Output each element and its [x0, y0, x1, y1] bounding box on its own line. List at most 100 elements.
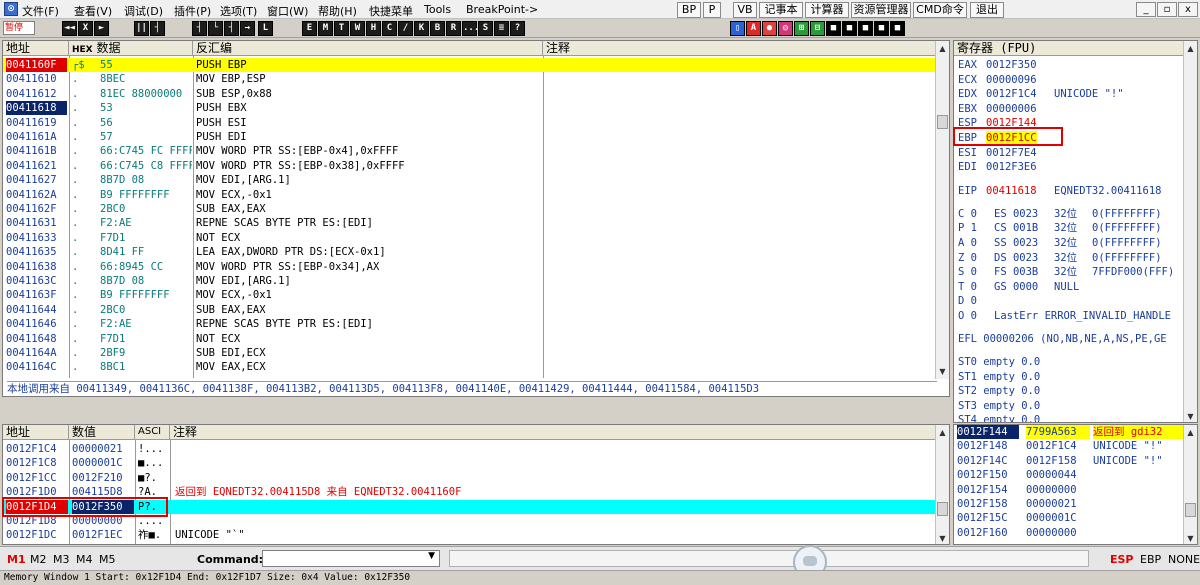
register-value[interactable]: 0012F7E4 [986, 146, 1037, 160]
col-header-comment[interactable]: 注释 [543, 41, 937, 56]
register-value[interactable]: 0012F3E6 [986, 160, 1037, 174]
dump-header-value[interactable]: 数值 [69, 425, 135, 440]
flag-name[interactable]: O 0 [958, 309, 977, 323]
dump-address[interactable]: 0012F1C4 [6, 442, 68, 456]
register-value[interactable]: 00000006 [986, 102, 1037, 116]
toolbar-button[interactable]: H [366, 21, 381, 36]
menu-breakpoint[interactable]: BreakPoint-> [466, 3, 538, 16]
row-address[interactable]: 0041162A [6, 188, 67, 202]
row-address[interactable]: 0041164A [6, 346, 67, 360]
registers-header[interactable]: 寄存器 (FPU) [954, 41, 1185, 56]
register-ebp[interactable]: EBP 0012F1CC [958, 131, 1197, 145]
scroll-down-icon[interactable]: ▼ [1184, 410, 1197, 422]
flag-d[interactable]: D 0 [958, 294, 1197, 308]
scroll-down-icon[interactable]: ▼ [1184, 532, 1197, 544]
col-header-hex[interactable]: HEX 数据 [69, 41, 193, 56]
mem-tab-m4[interactable]: M4 [76, 553, 93, 566]
stack-row[interactable]: 0012F15C 0000001C [954, 511, 1197, 525]
stack-address[interactable]: 0012F144 [957, 425, 1019, 439]
row-address[interactable]: 0041164C [6, 360, 67, 374]
flag-name[interactable]: S 0 [958, 265, 977, 279]
toolbar-color-button[interactable]: ● [762, 21, 777, 36]
stack-row[interactable]: 0012F160 00000000 [954, 526, 1197, 540]
row-address[interactable]: 00411638 [6, 260, 67, 274]
chevron-down-icon[interactable]: ▼ [428, 551, 435, 561]
app-icon[interactable]: ⊙ [4, 2, 18, 16]
row-address[interactable]: 00411646 [6, 317, 67, 331]
dump-row[interactable]: 0012F1D8 00000000.... [3, 514, 949, 528]
row-instruction[interactable]: PUSH EDI [196, 130, 541, 144]
register-esp[interactable]: ESP 0012F144 [958, 116, 1197, 130]
menu-plugins[interactable]: 插件(P) [174, 3, 211, 19]
cmd-button[interactable]: CMD命令 [913, 2, 967, 18]
stack-scrollbar[interactable]: ▲ ▼ [1183, 425, 1197, 544]
toolbar-button[interactable]: || [134, 21, 149, 36]
row-instruction[interactable]: NOT ECX [196, 231, 541, 245]
dump-address[interactable]: 0012F1CC [6, 471, 68, 485]
toolbar-button[interactable]: X [78, 21, 93, 36]
row-address[interactable]: 00411621 [6, 159, 67, 173]
toolbar-color-button[interactable]: ■ [858, 21, 873, 36]
row-instruction[interactable]: SUB EAX,EAX [196, 202, 541, 216]
disasm-row[interactable]: 00411633. F7D1 NOT ECX [3, 231, 949, 245]
registers-panel[interactable]: 寄存器 (FPU) EAX 0012F350 ECX 00000096 EDX 0012F… [953, 40, 1198, 423]
p-button[interactable]: P [703, 2, 721, 18]
bp-button[interactable]: BP [677, 2, 701, 18]
toolbar-color-button[interactable]: ■ [890, 21, 905, 36]
dump-address[interactable]: 0012F1D4 [6, 499, 68, 514]
register-value[interactable]: 00000096 [986, 73, 1037, 87]
stack-address[interactable]: 0012F160 [957, 526, 1019, 540]
row-address[interactable]: 0041162F [6, 202, 67, 216]
toolbar-button[interactable]: └ [208, 21, 223, 36]
row-address[interactable]: 00411619 [6, 116, 67, 130]
toolbar-button[interactable]: W [350, 21, 365, 36]
disasm-row[interactable]: 00411646. F2:AE REPNE SCAS BYTE PTR ES:[ED… [3, 317, 949, 331]
dump-address[interactable]: 0012F1D0 [6, 485, 68, 499]
toolbar-button[interactable]: K [414, 21, 429, 36]
scroll-down-icon[interactable]: ▼ [936, 365, 949, 378]
toolbar-button[interactable]: L [258, 21, 273, 36]
menu-tools[interactable]: Tools [424, 3, 451, 16]
dump-address[interactable]: 0012F1DC [6, 528, 68, 542]
disasm-row[interactable]: 0041161A. 57 PUSH EDI [3, 130, 949, 144]
scroll-up-icon[interactable]: ▲ [936, 42, 949, 55]
dump-value[interactable]: 004115D8 [72, 485, 134, 499]
stack-row[interactable]: 0012F154 00000000 [954, 483, 1197, 497]
dump-value[interactable]: 0000001C [72, 456, 134, 470]
row-instruction[interactable]: MOV EAX,ECX [196, 360, 541, 374]
flag-row[interactable]: P 1 CS 001B 32位 0(FFFFFFFF) [958, 221, 1197, 235]
menu-debug[interactable]: 调试(D) [124, 3, 163, 19]
mem-tab-m5[interactable]: M5 [99, 553, 116, 566]
stack-value[interactable]: 0012F1C4 [1026, 439, 1090, 453]
row-instruction[interactable]: PUSH EBP [196, 58, 541, 72]
toolbar-button[interactable]: → [240, 21, 255, 36]
fpu-register[interactable]: ST2 empty 0.0 [958, 384, 1197, 398]
fpu-register[interactable]: ST4 empty 0.0 [958, 413, 1197, 422]
mem-tab-m1[interactable]: M1 [7, 553, 26, 566]
disasm-row[interactable]: 0041164A. 2BF9 SUB EDI,ECX [3, 346, 949, 360]
toolbar-color-button[interactable]: ▯ [730, 21, 745, 36]
row-instruction[interactable]: LEA EAX,DWORD PTR DS:[ECX-0x1] [196, 245, 541, 259]
toolbar-button[interactable]: ┤ [224, 21, 239, 36]
scroll-up-icon[interactable]: ▲ [936, 426, 949, 439]
dump-address[interactable]: 0012F1D8 [6, 514, 68, 528]
row-address[interactable]: 0041163C [6, 274, 67, 288]
disasm-row[interactable]: 00411612. 81EC 88000000 SUB ESP,0x88 [3, 87, 949, 101]
toolbar-button[interactable]: S [478, 21, 493, 36]
dump-value[interactable]: 0012F1EC [72, 528, 134, 542]
disasm-row[interactable]: 00411644. 2BC0 SUB EAX,EAX [3, 303, 949, 317]
toolbar-button[interactable]: T [334, 21, 349, 36]
register-esi[interactable]: ESI 0012F7E4 [958, 146, 1197, 160]
stack-row[interactable]: 0012F150 00000044 [954, 468, 1197, 482]
menu-view[interactable]: 查看(V) [74, 3, 112, 19]
dump-value[interactable]: 00000021 [72, 442, 134, 456]
disasm-row[interactable]: 0041162A. B9 FFFFFFFF MOV ECX,-0x1 [3, 188, 949, 202]
dump-header-ascii[interactable]: ASCI [135, 425, 170, 440]
row-address[interactable]: 00411618 [6, 101, 67, 116]
row-instruction[interactable]: MOV ECX,-0x1 [196, 188, 541, 202]
stack-value[interactable]: 00000021 [1026, 497, 1090, 511]
stack-address[interactable]: 0012F158 [957, 497, 1019, 511]
close-button[interactable]: x [1178, 2, 1198, 17]
disasm-row[interactable]: 00411627. 8B7D 08 MOV EDI,[ARG.1] [3, 173, 949, 187]
disasm-row[interactable]: 00411631. F2:AE REPNE SCAS BYTE PTR ES:[ED… [3, 216, 949, 230]
